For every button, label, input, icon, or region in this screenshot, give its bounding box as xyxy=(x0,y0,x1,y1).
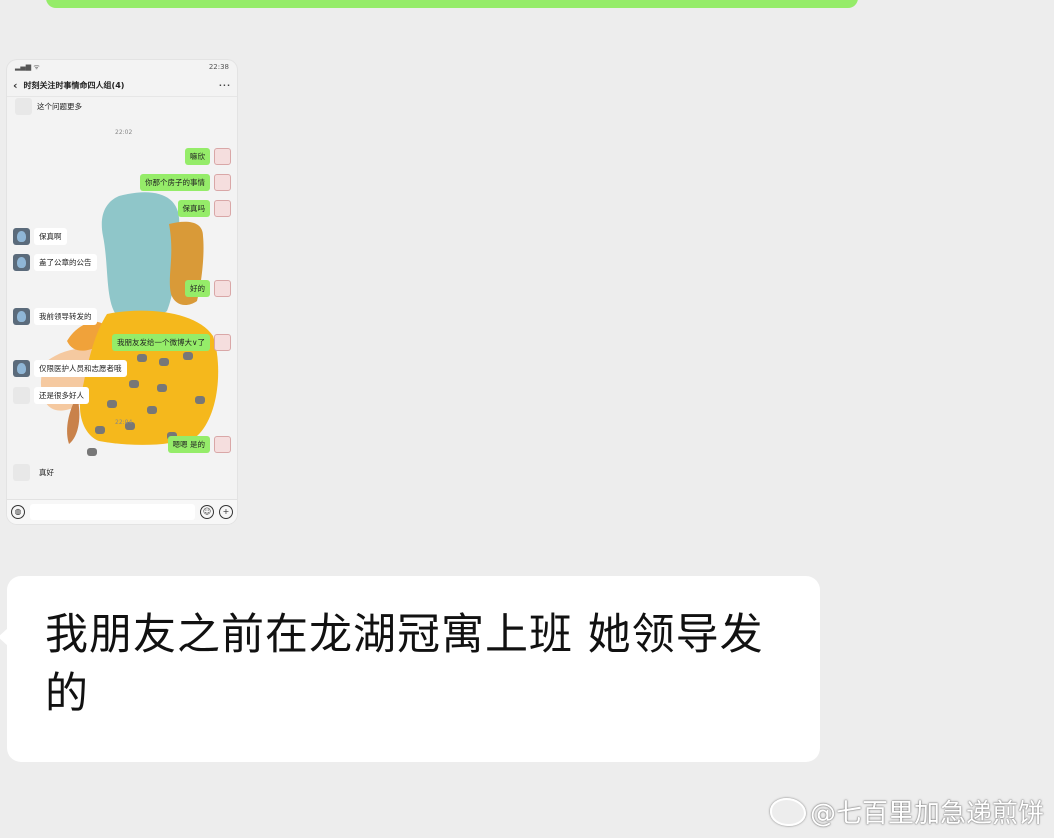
avatar xyxy=(214,280,231,297)
signal-icon: ▂▄▆ ᯤ xyxy=(15,62,40,71)
message-row: 保真吗 xyxy=(177,200,231,217)
message-text: 还是很多好人 xyxy=(34,387,89,404)
message-text: 真好 xyxy=(39,468,54,477)
message-row: 盖了公章的公告 xyxy=(13,254,97,271)
avatar xyxy=(214,200,231,217)
chat-input-bar: ◍ ☺ + xyxy=(7,499,237,524)
status-bar: ▂▄▆ ᯤ 22:38 xyxy=(7,60,237,74)
avatar xyxy=(13,228,30,245)
chat-area: 这个问题更多 22:02 嘛欣 你那个房子的事情 保真吗 保真啊 盖了公章的公告… xyxy=(7,96,237,500)
message-text: 嗯嗯 是的 xyxy=(167,436,210,453)
message-row: 我朋友发给一个微博大∨了 xyxy=(112,334,231,351)
more-icon: ··· xyxy=(218,80,231,90)
message-text: 保真吗 xyxy=(177,200,210,217)
message-row: 仅限医护人员和志愿者哦 xyxy=(13,360,127,377)
message-text: 我前领导转发的 xyxy=(34,308,97,325)
weibo-watermark: @七百里加急递煎饼 xyxy=(769,793,1044,830)
message-text: 仅限医护人员和志愿者哦 xyxy=(34,360,127,377)
group-title: 时刻关注时事情命四人组(4) xyxy=(23,80,125,90)
avatar xyxy=(214,148,231,165)
watermark-text: @七百里加急递煎饼 xyxy=(809,799,1044,829)
plus-icon: + xyxy=(219,505,233,519)
message-row: 我前领导转发的 xyxy=(13,308,97,325)
avatar xyxy=(13,360,30,377)
message-row: 这个问题更多 xyxy=(15,98,87,115)
message-row: 嘛欣 xyxy=(185,148,231,165)
previous-green-message xyxy=(46,0,858,8)
timestamp: 22:02 xyxy=(115,129,133,136)
avatar xyxy=(13,308,30,325)
avatar xyxy=(13,464,30,481)
message-row: 还是很多好人 xyxy=(13,387,89,404)
avatar xyxy=(13,387,30,404)
message-text: 好的 xyxy=(185,280,210,297)
message-row: 好的 xyxy=(185,280,231,297)
message-row: 嗯嗯 是的 xyxy=(167,436,231,453)
status-time: 22:38 xyxy=(208,63,229,71)
message-text: 这个问题更多 xyxy=(37,102,82,111)
avatar xyxy=(214,436,231,453)
message-text: 我朋友之前在龙湖冠寓上班 她领导发的 xyxy=(45,610,764,719)
message-row: 你那个房子的事情 xyxy=(140,174,231,191)
voice-icon: ◍ xyxy=(11,505,25,519)
chat-title-bar: ‹ 时刻关注时事情命四人组(4) ··· xyxy=(7,74,237,97)
message-text: 盖了公章的公告 xyxy=(34,254,97,271)
message-text: 我朋友发给一个微博大∨了 xyxy=(112,334,210,351)
message-row: 保真啊 xyxy=(13,228,67,245)
weibo-logo-icon xyxy=(769,797,806,826)
message-text: 嘛欣 xyxy=(185,148,210,165)
chat-screenshot-image[interactable]: ▂▄▆ ᯤ 22:38 ‹ 时刻关注时事情命四人组(4) ··· 这个问题更多 … xyxy=(7,60,237,524)
back-arrow-icon: ‹ xyxy=(13,78,18,92)
avatar xyxy=(214,334,231,351)
avatar xyxy=(13,254,30,271)
avatar xyxy=(214,174,231,191)
timestamp: 22:04 xyxy=(115,419,133,426)
message-input xyxy=(30,504,195,520)
text-message-bubble[interactable]: 我朋友之前在龙湖冠寓上班 她领导发的 xyxy=(0,576,820,762)
message-text: 你那个房子的事情 xyxy=(140,174,210,191)
message-row: 真好 xyxy=(13,464,59,481)
avatar xyxy=(15,98,32,115)
emoji-icon: ☺ xyxy=(200,505,214,519)
message-text: 保真啊 xyxy=(34,228,67,245)
